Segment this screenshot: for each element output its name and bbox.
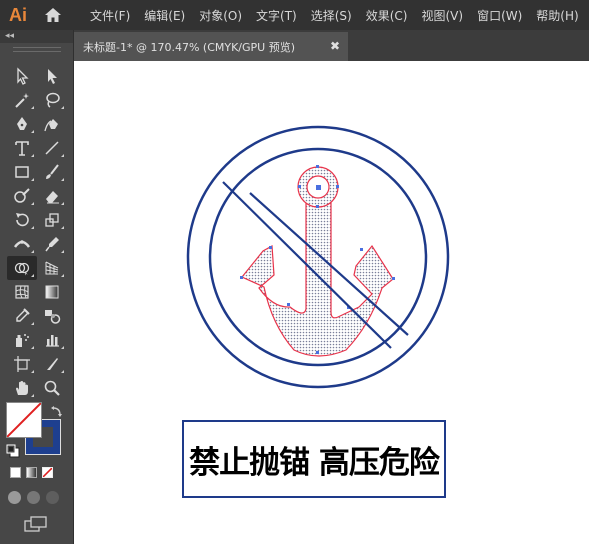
menu-file[interactable]: 文件(F) [84,7,136,24]
eyedropper-tool-icon[interactable] [7,304,37,328]
fill-mode-row [10,467,53,478]
menu-bar: Ai 文件(F) 编辑(E) 对象(O) 文字(T) 选择(S) 效果(C) 视… [0,0,589,30]
menu-edit[interactable]: 编辑(E) [138,7,191,24]
symbol-sprayer-tool-icon[interactable] [7,328,37,352]
rotate-tool-icon[interactable] [7,208,37,232]
curvature-tool-icon[interactable] [37,112,67,136]
gradient-tool-icon[interactable] [37,280,67,304]
menu-list: 文件(F) 编辑(E) 对象(O) 文字(T) 选择(S) 效果(C) 视图(V… [84,7,587,24]
shape-builder-tool-icon[interactable] [7,256,37,280]
shaper-tool-icon[interactable] [7,184,37,208]
fill-swatch-none[interactable] [6,402,42,438]
artboard-tool-icon[interactable] [7,352,37,376]
artboard-canvas[interactable]: 禁止抛锚 高压危险 [74,61,589,544]
screen-mode-icon[interactable] [24,516,48,534]
hand-tool-icon[interactable] [7,376,37,400]
swap-fill-stroke-icon[interactable] [50,404,64,418]
line-segment-tool-icon[interactable] [37,136,67,160]
menu-help[interactable]: 帮助(H) [530,7,584,24]
fill-stroke-controls [6,402,68,462]
zoom-tool-icon[interactable] [37,376,67,400]
warning-sign-box[interactable]: 禁止抛锚 高压危险 [182,420,446,498]
document-tab[interactable]: 未标题-1* @ 170.47% (CMYK/GPU 预览) ✖ [74,32,348,61]
default-fill-stroke-icon[interactable] [6,444,20,458]
draw-mode-row [8,491,59,504]
menu-type[interactable]: 文字(T) [250,7,303,24]
column-graph-tool-icon[interactable] [37,328,67,352]
menu-view[interactable]: 视图(V) [415,7,469,24]
menu-window[interactable]: 窗口(W) [471,7,528,24]
draw-normal-icon[interactable] [8,491,21,504]
panel-grip[interactable] [12,47,61,52]
width-tool-icon[interactable] [7,232,37,256]
magic-wand-tool-icon[interactable] [7,88,37,112]
home-icon[interactable] [36,0,70,30]
menu-effect[interactable]: 效果(C) [360,7,414,24]
paintbrush-tool-icon[interactable] [37,160,67,184]
warning-sign-text: 禁止抛锚 高压危险 [189,444,440,481]
document-tab-bar: 未标题-1* @ 170.47% (CMYK/GPU 预览) ✖ [74,30,589,61]
slice-tool-icon[interactable] [37,352,67,376]
blend-tool-icon[interactable] [37,304,67,328]
scale-tool-icon[interactable] [37,208,67,232]
menu-object[interactable]: 对象(O) [193,7,248,24]
puppet-warp-tool-icon[interactable] [37,232,67,256]
perspective-grid-tool-icon[interactable] [37,256,67,280]
gradient-mode-icon[interactable] [26,467,37,478]
rectangle-tool-icon[interactable] [7,160,37,184]
type-tool-icon[interactable] [7,136,37,160]
lasso-tool-icon[interactable] [37,88,67,112]
document-tab-title: 未标题-1* @ 170.47% (CMYK/GPU 预览) [83,40,295,54]
selection-tool-icon[interactable] [7,64,37,88]
tool-grid [7,64,67,400]
close-tab-icon[interactable]: ✖ [330,39,340,53]
tools-panel: ◂◂ [0,30,74,544]
direct-selection-tool-icon[interactable] [37,64,67,88]
pen-tool-icon[interactable] [7,112,37,136]
collapse-panel-icon[interactable]: ◂◂ [0,30,73,43]
draw-behind-icon[interactable] [27,491,40,504]
none-mode-icon[interactable] [42,467,53,478]
mesh-tool-icon[interactable] [7,280,37,304]
color-mode-icon[interactable] [10,467,21,478]
draw-inside-icon[interactable] [46,491,59,504]
app-logo: Ai [9,4,27,25]
menu-select[interactable]: 选择(S) [305,7,358,24]
eraser-tool-icon[interactable] [37,184,67,208]
